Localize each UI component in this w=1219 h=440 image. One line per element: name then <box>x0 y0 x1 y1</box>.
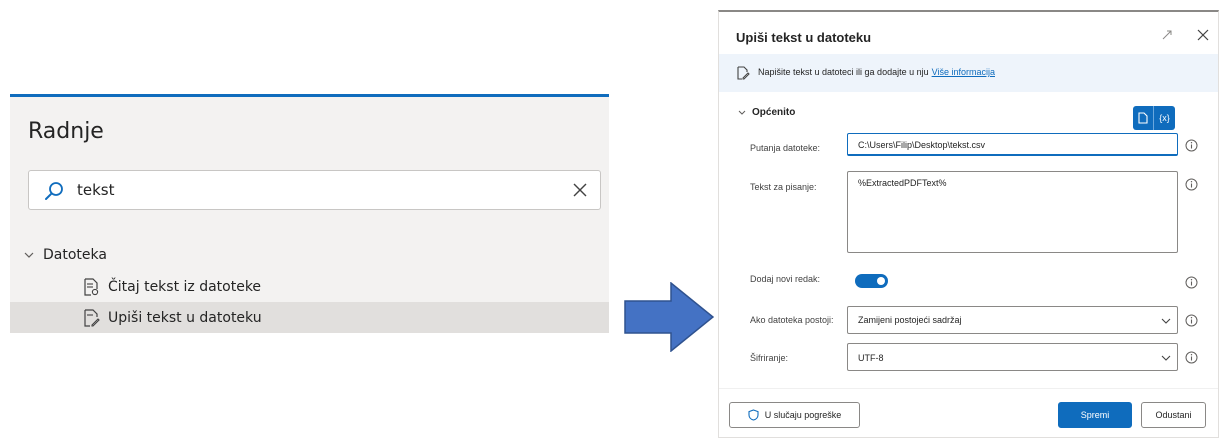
tree-item-read-text[interactable]: Čitaj tekst iz datoteke <box>10 271 609 302</box>
info-bar: Napišite tekst u datoteci ili ga dodajte… <box>719 54 1218 92</box>
tree-item-label: Upiši tekst u datoteku <box>108 309 262 326</box>
close-icon[interactable] <box>572 182 588 198</box>
chevron-down-icon <box>738 110 746 115</box>
info-icon[interactable] <box>1185 178 1198 191</box>
on-error-label: U slučaju pogreške <box>764 410 842 420</box>
tree-group-label: Datoteka <box>43 247 107 263</box>
file-path-value: C:\Users\Filip\Desktop\tekst.csv <box>858 140 986 150</box>
tree-group-datoteka[interactable]: Datoteka <box>24 247 107 263</box>
cancel-button[interactable]: Odustani <box>1141 402 1206 428</box>
section-general[interactable]: Općenito <box>738 107 795 118</box>
actions-panel-title: Radnje <box>28 119 104 144</box>
info-description: Napišite tekst u datoteci ili ga dodajte… <box>758 67 929 77</box>
write-text-dialog: Upiši tekst u datoteku Napišite tekst u … <box>718 10 1219 438</box>
save-button[interactable]: Spremi <box>1058 402 1132 428</box>
info-icon[interactable] <box>1185 314 1198 327</box>
shield-icon <box>748 409 759 421</box>
if-file-exists-dropdown[interactable]: Zamijeni postojeći sadržaj <box>847 306 1178 334</box>
write-file-icon <box>737 66 750 80</box>
insert-variable-button[interactable]: {x} <box>1154 106 1175 130</box>
file-icon <box>1138 112 1148 124</box>
append-newline-toggle[interactable] <box>855 274 888 288</box>
if-file-exists-label: Ako datoteka postoji: <box>750 315 834 325</box>
file-path-label: Putanja datoteke: <box>750 143 821 153</box>
file-path-input[interactable]: C:\Users\Filip\Desktop\tekst.csv <box>847 133 1178 156</box>
right-arrow-icon <box>624 282 714 352</box>
file-picker-button[interactable] <box>1133 106 1154 130</box>
chevron-down-icon <box>24 252 34 258</box>
on-error-button[interactable]: U slučaju pogreške <box>729 402 860 428</box>
chevron-down-icon <box>1161 318 1171 324</box>
append-newline-label: Dodaj novi redak: <box>750 274 821 284</box>
close-icon[interactable] <box>1197 29 1209 41</box>
dialog-title: Upiši tekst u datoteku <box>736 30 872 45</box>
info-text: Napišite tekst u datoteci ili ga dodajte… <box>758 67 995 77</box>
variable-button-group: {x} <box>1133 106 1175 130</box>
if-file-exists-value: Zamijeni postojeći sadržaj <box>858 315 962 325</box>
tree-item-label: Čitaj tekst iz datoteke <box>108 278 262 295</box>
encoding-label: Šifriranje: <box>750 353 789 363</box>
search-value: tekst <box>77 181 115 199</box>
info-icon[interactable] <box>1185 351 1198 364</box>
search-input[interactable]: tekst <box>28 170 601 210</box>
info-icon[interactable] <box>1185 139 1198 152</box>
chevron-down-icon <box>1161 355 1171 361</box>
search-icon <box>45 182 63 200</box>
expand-icon[interactable] <box>1161 29 1173 41</box>
write-file-icon <box>84 308 100 327</box>
info-icon[interactable] <box>1185 276 1198 289</box>
footer-divider <box>719 388 1218 389</box>
actions-panel: Radnje tekst Datoteka Čitaj tekst iz dat… <box>10 94 609 333</box>
more-info-link[interactable]: Više informacija <box>932 67 995 77</box>
text-to-write-label: Tekst za pisanje: <box>750 182 817 192</box>
text-to-write-input[interactable]: %ExtractedPDFText% <box>847 171 1178 253</box>
encoding-value: UTF-8 <box>858 353 884 363</box>
encoding-dropdown[interactable]: UTF-8 <box>847 343 1178 371</box>
section-label: Općenito <box>752 107 796 118</box>
read-file-icon <box>84 277 99 296</box>
text-to-write-value: %ExtractedPDFText% <box>858 178 947 188</box>
toggle-knob <box>877 277 885 285</box>
tree-item-write-text[interactable]: Upiši tekst u datoteku <box>10 302 609 333</box>
